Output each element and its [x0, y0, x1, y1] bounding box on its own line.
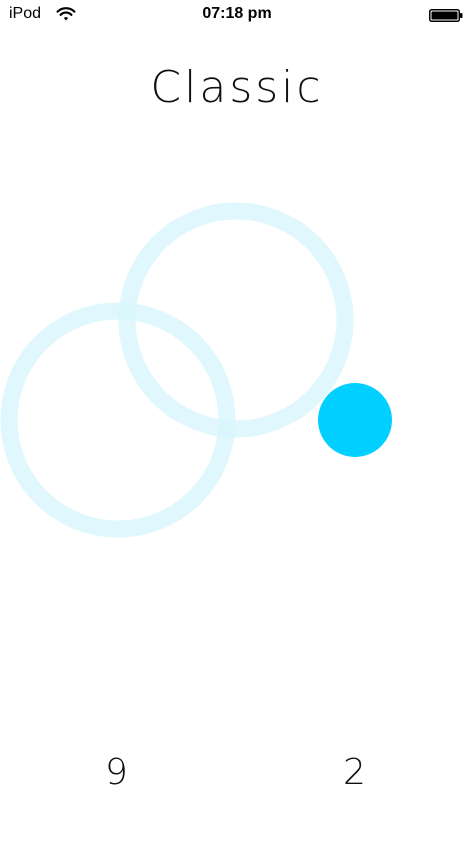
status-time: 07:18 pm	[202, 5, 272, 22]
score-left: 9	[105, 752, 128, 793]
play-field[interactable]	[0, 180, 474, 580]
ball[interactable]	[318, 383, 392, 457]
battery-icon	[429, 9, 463, 22]
play-area[interactable]	[0, 180, 474, 580]
game-mode-title: Classic	[150, 62, 324, 113]
game-screen[interactable]: iPod 07:18 pm Classic 9 2	[0, 0, 474, 841]
status-bar: iPod 07:18 pm	[0, 0, 474, 32]
score-right: 2	[343, 752, 366, 793]
